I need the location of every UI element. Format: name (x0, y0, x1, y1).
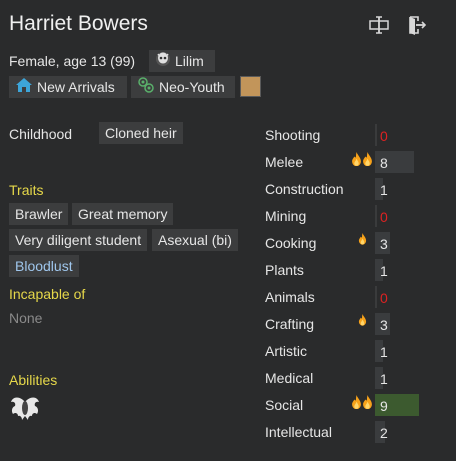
backstory-label: Childhood (9, 126, 73, 142)
skill-name: Medical (265, 370, 314, 386)
ideo-label: Neo-Youth (159, 79, 225, 95)
trait-chip[interactable]: Brawler (9, 203, 69, 225)
skill-name: Artistic (265, 343, 307, 359)
faction-home-icon (15, 77, 33, 99)
faction-label: New Arrivals (37, 79, 115, 95)
ideo-icon (137, 76, 155, 100)
pawn-description: Female, age 13 (99) (9, 53, 136, 69)
minor-passion-icon (358, 314, 367, 330)
rename-icon[interactable] (368, 14, 390, 36)
abilities-heading: Abilities (9, 372, 58, 388)
skill-level-value: 3 (380, 317, 388, 333)
xenotype-label: Lilim (175, 53, 204, 69)
faction-chip[interactable]: New Arrivals (9, 76, 127, 98)
trait-chip[interactable]: Great memory (72, 203, 174, 225)
traits-heading: Traits (9, 182, 44, 198)
skill-level-value: 8 (380, 155, 388, 171)
skill-name: Intellectual (265, 424, 332, 440)
skill-level-value: 1 (380, 182, 388, 198)
skill-bar-base (375, 124, 377, 146)
skill-name: Mining (265, 208, 307, 224)
skill-level-value: 0 (380, 209, 388, 225)
major-passion-icon (351, 152, 373, 168)
pawn-name: Harriet Bowers (9, 12, 148, 35)
skill-name: Plants (265, 262, 304, 278)
skill-name: Melee (265, 154, 304, 170)
trait-chip[interactable]: Asexual (bi) (152, 229, 238, 251)
trait-chip[interactable]: Bloodlust (9, 255, 79, 277)
skill-bar-base (375, 286, 377, 308)
incapable-heading: Incapable of (9, 286, 86, 302)
skill-name: Animals (265, 289, 315, 305)
skill-name: Crafting (265, 316, 315, 332)
major-passion-icon (351, 395, 373, 411)
favorite-color-swatch[interactable] (240, 76, 261, 97)
skill-name: Social (265, 397, 304, 413)
skill-level-value: 9 (380, 398, 388, 414)
bloodfeed-ability-icon[interactable] (9, 394, 41, 424)
skill-name: Shooting (265, 127, 321, 143)
trait-chip[interactable]: Very diligent student (9, 229, 148, 251)
xenotype-chip[interactable]: Lilim (149, 50, 215, 72)
skill-level-value: 0 (380, 290, 388, 306)
skill-name: Cooking (265, 235, 317, 251)
incapable-value: None (9, 310, 43, 326)
banish-icon[interactable] (406, 14, 428, 36)
skill-level-value: 2 (380, 425, 388, 441)
ideo-chip[interactable]: Neo-Youth (131, 76, 235, 98)
skill-name: Construction (265, 181, 344, 197)
backstory-chip[interactable]: Cloned heir (99, 122, 183, 144)
skill-level-value: 1 (380, 344, 388, 360)
skill-level-value: 1 (380, 371, 388, 387)
skill-bar-base (375, 205, 377, 227)
xenotype-icon (155, 51, 171, 73)
skill-level-value: 0 (380, 128, 388, 144)
skill-level-value: 1 (380, 263, 388, 279)
minor-passion-icon (358, 233, 367, 249)
skill-level-value: 3 (380, 236, 388, 252)
